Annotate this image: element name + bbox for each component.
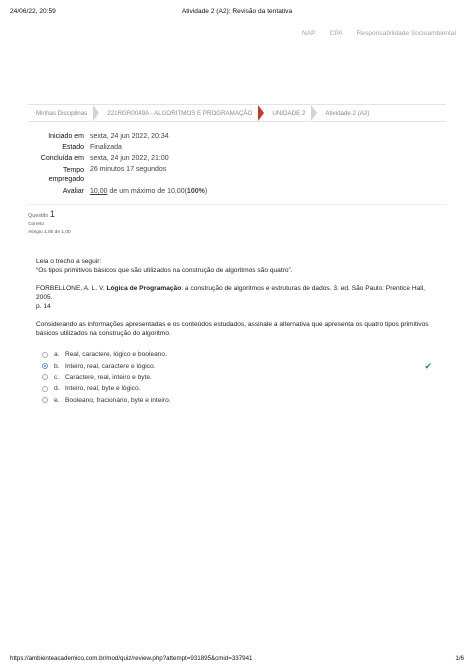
question-text: Leia o trecho a seguir: “Os tipos primit… xyxy=(36,257,436,347)
breadcrumb-item-minhas-disciplinas[interactable]: Minhas Disciplinas xyxy=(28,105,100,121)
grade-score: 10,00 xyxy=(90,188,108,195)
breadcrumb-item-atividade[interactable]: Atividade 2 (A2) xyxy=(317,110,375,117)
summary-row-time: Tempo empregado 26 minutos 17 segundos xyxy=(48,166,167,183)
answer-options: a. Real, caractere, lógico e booleano. b… xyxy=(42,349,442,406)
breadcrumb-item-unidade[interactable]: UNIDADE 2 xyxy=(264,105,318,121)
summary-row-started: Iniciado em sexta, 24 jun 2022, 20:34 xyxy=(48,133,169,140)
print-title: Atividade 2 (A2): Revisão da tentativa xyxy=(181,8,293,15)
print-header: 24/06/22, 20:59 Atividade 2 (A2): Revisã… xyxy=(10,8,464,20)
print-url: https://ambienteacademico.com.br/mod/qui… xyxy=(10,655,253,662)
answer-option-b[interactable]: b. Inteiro, real, caractere e lógico. xyxy=(42,360,442,371)
answer-option-c[interactable]: c. Caractere, real, inteiro e byte. xyxy=(42,372,442,383)
question-number: Questão 1 xyxy=(28,209,55,219)
question-prompt: Considerando as informações apresentadas… xyxy=(36,321,429,337)
question-info: Questão 1 Correto Atingiu 1,00 de 1,00 xyxy=(28,204,446,244)
nav-link-nap[interactable]: NAP xyxy=(302,30,316,37)
nav-link-cpa[interactable]: CPA xyxy=(330,30,343,37)
grade-percent: 100% xyxy=(186,188,205,195)
question-intro: Leia o trecho a seguir: xyxy=(36,258,102,265)
top-navigation: NAP CPA Responsabilidade Socioambiental xyxy=(302,30,456,37)
radio-icon[interactable] xyxy=(42,397,48,404)
radio-icon[interactable] xyxy=(42,385,48,392)
radio-icon[interactable] xyxy=(42,351,48,358)
summary-row-grade: Avaliar 10,00 de um máximo de 10,00(100%… xyxy=(62,188,208,195)
correct-check-icon: ✔ xyxy=(424,361,432,371)
answer-option-d[interactable]: d. Inteiro, real, byte e lógico. xyxy=(42,383,442,394)
breadcrumb-item-disciplina[interactable]: 221RGR0049A - ALGORITMOS E PROGRAMAÇÃO xyxy=(99,105,265,121)
radio-checked-icon[interactable] xyxy=(42,363,48,370)
question-score: Atingiu 1,00 de 1,00 xyxy=(28,230,71,235)
nav-link-responsabilidade[interactable]: Responsabilidade Socioambiental xyxy=(357,30,456,37)
question-status: Correto xyxy=(28,222,44,227)
radio-icon[interactable] xyxy=(42,374,48,381)
summary-row-completed: Concluída em sexta, 24 jun 2022, 21:00 xyxy=(40,155,169,162)
breadcrumb: Minhas Disciplinas 221RGR0049A - ALGORIT… xyxy=(28,104,446,122)
summary-row-state: Estado Finalizada xyxy=(62,144,122,151)
question-reference: FORBELLONE, A. L. V. Lógica de Programaç… xyxy=(36,285,426,310)
answer-option-a[interactable]: a. Real, caractere, lógico e booleano. xyxy=(42,349,442,360)
answer-option-e[interactable]: e. Booleano, fracionário, byte e inteiro… xyxy=(42,395,442,406)
print-page-number: 1/6 xyxy=(455,655,464,662)
attempt-summary: Iniciado em sexta, 24 jun 2022, 20:34 Es… xyxy=(28,133,207,199)
question-quote: “Os tipos primitivos básicos que são uti… xyxy=(36,267,293,274)
